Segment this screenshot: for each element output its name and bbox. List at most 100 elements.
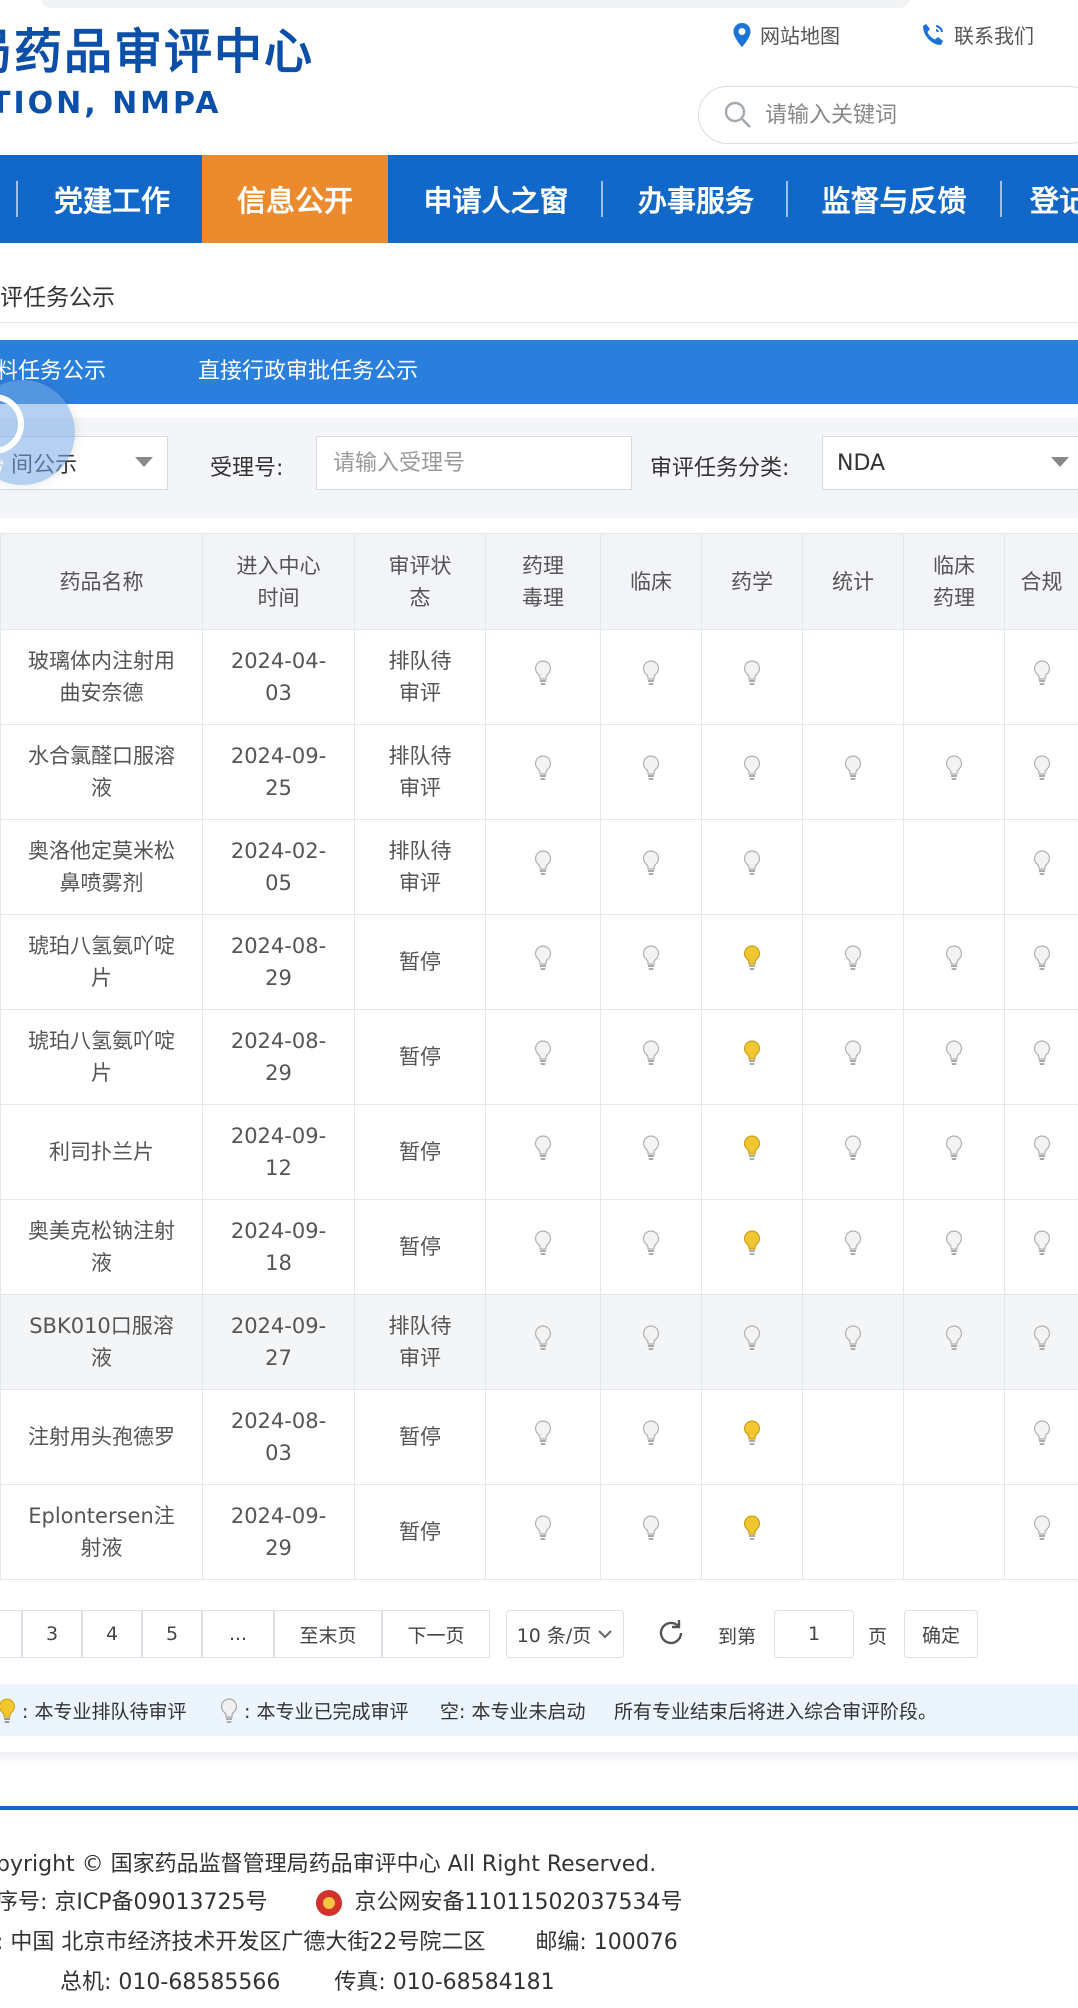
table-row[interactable]: Eplontersen注 射液 2024-09- 29 暂停 [0,1484,1078,1580]
tab-direct-approval-tasks[interactable]: 直接行政审批任务公示 [198,340,418,404]
discipline-status-cell [802,629,904,725]
discipline-status-cell [1004,1199,1078,1295]
confirm-button[interactable]: 确定 [904,1610,978,1658]
column-header-text: 药理 [522,553,564,578]
drug-name-cell[interactable]: 利司扑兰片 [0,1104,203,1200]
drug-name-cell[interactable]: 玻璃体内注射用 曲安奈德 [0,629,203,725]
table-row[interactable]: 注射用头孢德罗 2024-08- 03 暂停 [0,1389,1078,1485]
discipline-status-cell [485,629,601,725]
cell-text: 2024-08- [230,1409,327,1433]
lightbulb-pending-icon [743,1514,761,1540]
lightbulb-done-icon [1033,944,1050,970]
discipline-status-cell [802,914,904,1010]
drug-name-cell[interactable]: 水合氯醛口服溶液 [0,724,203,820]
drug-name-cell[interactable]: 奥美克松钠注射液 [0,1199,203,1295]
site-logo-cn[interactable]: 局药品审评中心 [0,12,314,82]
drug-name-cell[interactable]: 奥洛他定莫米松 鼻喷雾剂 [0,819,203,915]
table-row[interactable]: 奥洛他定莫米松 鼻喷雾剂 2024-02- 05 排队待 审评 [0,819,1078,915]
table-row[interactable]: SBK010口服溶液 2024-09- 27 排队待 审评 [0,1294,1078,1390]
breadcrumb: 评任务公示 [0,285,115,311]
column-header: 临床 药理 [903,533,1005,630]
nav-item-services[interactable]: 办事服务 [608,155,784,243]
nav-separator [16,181,18,217]
lightbulb-done-icon [534,1229,552,1255]
table-row[interactable]: 琥珀八氢氨吖啶片 2024-08- 29 暂停 [0,914,1078,1010]
discipline-status-cell [485,1484,601,1580]
police-emblem-icon [315,1890,342,1916]
sitemap-link[interactable]: 网站地图 [732,20,840,49]
table-row[interactable]: 利司扑兰片 2024-09- 12 暂停 [0,1104,1078,1200]
lightbulb-done-icon [844,1229,862,1255]
lightbulb-done-icon [534,849,552,875]
discipline-status-cell [903,819,1005,915]
table-row[interactable]: 琥珀八氢氨吖啶片 2024-08- 29 暂停 [0,1009,1078,1105]
drug-name-cell[interactable]: 琥珀八氢氨吖啶片 [0,914,203,1010]
nav-item-supervision[interactable]: 监督与反馈 [794,155,994,243]
logo-text: 药品审评中心 [14,24,315,80]
cell-text: 12 [265,1156,292,1180]
category-select[interactable]: NDA [822,436,1078,490]
main-nav: 党建工作 信息公开 申请人之窗 办事服务 监督与反馈 登记 [0,155,1078,243]
drug-name-cell[interactable]: SBK010口服溶液 [0,1294,203,1390]
page-button-5[interactable]: 5 [142,1610,202,1658]
bubble-label: 开始 [0,452,2,476]
lightbulb-done-icon [743,754,761,780]
drug-name-cell[interactable]: 琥珀八氢氨吖啶片 [0,1009,203,1105]
page-size-select[interactable]: 10 条/页 [506,1610,624,1658]
page-button-prev-partial[interactable] [0,1610,22,1658]
cell-text: 2024-09- [230,1504,327,1528]
table-row[interactable]: 玻璃体内注射用 曲安奈德 2024-04- 03 排队待 审评 [0,629,1078,725]
lightbulb-done-icon [534,1514,552,1540]
discipline-status-cell [903,1484,1005,1580]
chevron-down-icon [1051,457,1069,467]
lightbulb-done-icon [1033,659,1050,685]
entry-date-cell: 2024-09- 12 [202,1104,355,1200]
lightbulb-done-icon [534,1324,552,1350]
entry-date-cell: 2024-08- 29 [202,1009,355,1105]
category-value: NDA [837,450,886,476]
discipline-status-cell [802,1484,904,1580]
lightbulb-done-icon [844,1039,862,1065]
footer-icp-text[interactable]: 序号: 京ICP备09013725号 [0,1890,268,1915]
cell-text: 2024-08- [230,1029,327,1053]
nav-item-applicant[interactable]: 申请人之窗 [396,155,596,243]
search-icon[interactable] [723,100,753,130]
cell-text: 2024-08- [230,934,327,958]
nav-item-info-public[interactable]: 信息公开 [202,155,388,243]
logo-fragment: 局 [0,12,14,82]
discipline-status-cell [1004,1484,1078,1580]
nav-separator [1000,181,1002,217]
accept-number-input[interactable] [316,436,632,490]
review-status-cell: 排队待 审评 [354,629,486,725]
cell-text: 暂停 [399,1520,441,1544]
next-page-button[interactable]: 下一页 [382,1610,490,1658]
discipline-status-cell [1004,724,1078,820]
contact-link[interactable]: 联系我们 [920,20,1034,49]
nav-item-party[interactable]: 党建工作 [24,155,200,243]
breadcrumb-divider [0,322,1078,323]
nav-item-register[interactable]: 登记 [1030,155,1078,243]
page-ellipsis[interactable]: ... [202,1610,274,1658]
cell-text: 琥珀八氢氨吖啶 [28,1029,175,1053]
last-page-button[interactable]: 至末页 [274,1610,382,1658]
discipline-status-cell [485,1104,601,1200]
goto-page-input[interactable]: 1 [774,1610,854,1658]
discipline-status-cell [1004,1294,1078,1390]
discipline-status-cell [701,819,803,915]
table-row[interactable]: 奥美克松钠注射液 2024-09- 18 暂停 [0,1199,1078,1295]
column-header-text: 态 [409,585,431,610]
drug-name-cell[interactable]: Eplontersen注 射液 [0,1484,203,1580]
review-task-table: 药品名称 进入中心 时间 审评状态药理 毒理 临床 药学 统计 临床 药理 合规 玻璃体内注射用 曲安… [0,533,1078,1580]
refresh-icon[interactable] [656,1618,686,1648]
page-button-4[interactable]: 4 [82,1610,142,1658]
footer-police-text[interactable]: 京公网安备11011502037534号 [355,1890,683,1915]
drug-name-cell[interactable]: 注射用头孢德罗 [0,1389,203,1485]
cell-text: 排队待 [388,839,452,863]
status-legend: : 本专业排队待审评 : 本专业已完成审评 空: 本专业未启动 所有专业结束后将… [0,1684,1078,1736]
page-unit-label: 页 [868,1626,888,1648]
search-input[interactable] [765,102,1025,128]
cell-text: 射液 [80,1536,123,1560]
table-row[interactable]: 水合氯醛口服溶液 2024-09- 25 排队待 审评 [0,724,1078,820]
page-button-3[interactable]: 3 [22,1610,82,1658]
review-status-cell: 排队待 审评 [354,1294,486,1390]
